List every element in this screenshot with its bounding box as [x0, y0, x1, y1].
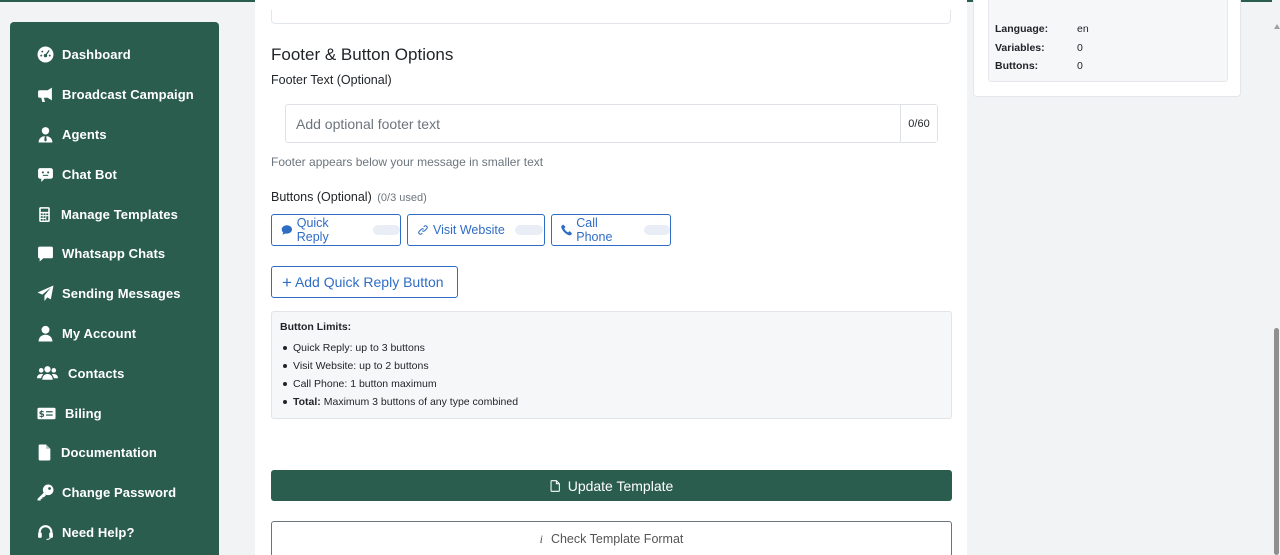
sidebar-item-label: Chat Bot	[62, 166, 117, 182]
sidebar-item-whatsapp-chats[interactable]: Whatsapp Chats	[10, 234, 219, 274]
quick-reply-label: Quick Reply	[296, 216, 329, 244]
button-limits-box: Button Limits: Quick Reply: up to 3 butt…	[271, 311, 952, 419]
comment-icon	[281, 225, 293, 235]
call-phone-count-badge	[643, 225, 670, 235]
summary-key: Variables:	[995, 41, 1045, 54]
limit-bold-label: Total:	[293, 396, 321, 408]
sidebar-item-broadcast-campaign[interactable]: Broadcast Campaign	[10, 75, 219, 115]
sidebar-item-need-help[interactable]: Need Help?	[10, 513, 219, 553]
footer-input-group: 0/60	[285, 104, 938, 143]
sidebar-item-label: Whatsapp Chats	[62, 246, 166, 262]
scroll-up-arrow-icon[interactable]	[1274, 24, 1280, 29]
sidebar-item-label: Sending Messages	[62, 286, 181, 302]
sidebar-item-agents[interactable]: Agents	[10, 115, 219, 155]
sidebar-item-documentation[interactable]: Documentation	[10, 433, 219, 473]
section-title: Footer & Button Options	[271, 45, 454, 64]
summary-row-buttons: Buttons: 0	[995, 57, 1227, 76]
summary-value: en	[1077, 23, 1089, 36]
sidebar-item-chat-bot[interactable]: Chat Bot	[10, 154, 219, 194]
sidebar-item-label: Manage Templates	[61, 206, 178, 222]
sidebar-item-label: Contacts	[68, 365, 125, 381]
chatbot-icon	[36, 165, 54, 183]
buttons-label-text: Buttons (Optional)	[271, 190, 372, 204]
template-editor-card: Footer & Button Options Footer Text (Opt…	[255, 0, 967, 555]
sidebar-item-label: Dashboard	[62, 47, 131, 63]
add-quick-reply-button[interactable]: + Add Quick Reply Button	[271, 266, 458, 298]
user-icon	[36, 324, 54, 342]
summary-key: Language:	[995, 23, 1049, 36]
check-template-format-button[interactable]: i Check Template Format	[271, 521, 952, 555]
list-item: Call Phone: 1 button maximum	[280, 378, 951, 396]
info-icon: i	[539, 531, 543, 546]
sidebar-item-label: Documentation	[61, 445, 157, 461]
visit-website-count-badge	[514, 225, 543, 235]
sidebar-item-dashboard[interactable]: Dashboard	[10, 35, 219, 75]
summary-value: 0	[1077, 41, 1083, 54]
sidebar-item-contacts[interactable]: Contacts	[10, 353, 219, 393]
limit-text: Maximum 3 buttons of any type combined	[320, 396, 519, 408]
svg-text:$: $	[38, 409, 44, 419]
megaphone-icon	[36, 86, 54, 104]
quick-reply-count-badge	[372, 225, 400, 235]
list-item: Visit Website: up to 2 buttons	[280, 360, 951, 378]
previous-section-edge	[271, 10, 951, 24]
agent-icon	[36, 125, 54, 143]
file-icon	[35, 444, 53, 462]
headset-icon	[36, 523, 54, 541]
buttons-label: Buttons (Optional) (0/3 used)	[271, 190, 427, 204]
limit-text: Call Phone: 1 button maximum	[293, 378, 437, 390]
sidebar-item-manage-templates[interactable]: Manage Templates	[10, 194, 219, 234]
calculator-icon	[35, 205, 53, 223]
sidebar: Dashboard Broadcast Campaign Agents Chat…	[10, 22, 219, 555]
sidebar-item-label: Biling	[65, 405, 102, 421]
list-item: Quick Reply: up to 3 buttons	[280, 342, 951, 360]
footer-text-label: Footer Text (Optional)	[271, 73, 392, 87]
users-icon	[36, 364, 58, 382]
paper-plane-icon	[36, 285, 54, 303]
sidebar-item-sending-messages[interactable]: Sending Messages	[10, 274, 219, 314]
chat-icon	[36, 245, 54, 263]
footer-text-input[interactable]	[286, 105, 900, 142]
key-icon	[36, 484, 54, 502]
sidebar-item-label: Need Help?	[62, 524, 135, 540]
visit-website-type-button[interactable]: Visit Website	[407, 214, 545, 246]
summary-row-variables: Variables: 0	[995, 39, 1227, 58]
footer-char-counter: 0/60	[900, 105, 937, 142]
call-phone-label: Call Phone	[576, 216, 613, 244]
file-icon	[550, 479, 560, 492]
sidebar-item-label: Broadcast Campaign	[62, 87, 194, 103]
add-quick-reply-label: Add Quick Reply Button	[294, 274, 444, 290]
limit-text: Visit Website: up to 2 buttons	[293, 360, 429, 372]
footer-help-text: Footer appears below your message in sma…	[271, 155, 544, 169]
button-limits-title: Button Limits:	[280, 321, 352, 333]
sidebar-item-label: Change Password	[62, 485, 177, 501]
summary-key: Buttons:	[995, 60, 1039, 73]
template-summary-card: Language: en Variables: 0 Buttons: 0	[973, 0, 1241, 97]
money-bill-icon: $	[36, 404, 56, 422]
template-summary-box: Language: en Variables: 0 Buttons: 0	[988, 0, 1228, 82]
update-template-button[interactable]: Update Template	[271, 470, 952, 501]
visit-website-label: Visit Website	[433, 223, 505, 237]
sidebar-item-my-account[interactable]: My Account	[10, 314, 219, 354]
sidebar-item-change-password[interactable]: Change Password	[10, 473, 219, 513]
sidebar-item-biling[interactable]: $ Biling	[10, 393, 219, 433]
scrollbar-thumb[interactable]	[1274, 328, 1279, 555]
summary-value: 0	[1077, 60, 1083, 73]
sidebar-item-label: Agents	[62, 126, 107, 142]
sidebar-item-label: My Account	[62, 325, 137, 341]
buttons-used-count: (0/3 used)	[377, 192, 427, 204]
update-template-label: Update Template	[567, 477, 674, 494]
dashboard-icon	[36, 46, 54, 64]
plus-icon: +	[282, 272, 292, 292]
call-phone-type-button[interactable]: Call Phone	[551, 214, 671, 246]
quick-reply-type-button[interactable]: Quick Reply	[271, 214, 401, 246]
limit-text: Quick Reply: up to 3 buttons	[293, 342, 425, 354]
phone-icon	[561, 224, 572, 236]
check-template-format-label: Check Template Format	[550, 532, 684, 546]
summary-row-language: Language: en	[995, 20, 1227, 39]
button-limits-list: Quick Reply: up to 3 buttons Visit Websi…	[280, 342, 951, 414]
list-item: Total: Maximum 3 buttons of any type com…	[280, 396, 951, 414]
link-icon	[418, 225, 428, 235]
